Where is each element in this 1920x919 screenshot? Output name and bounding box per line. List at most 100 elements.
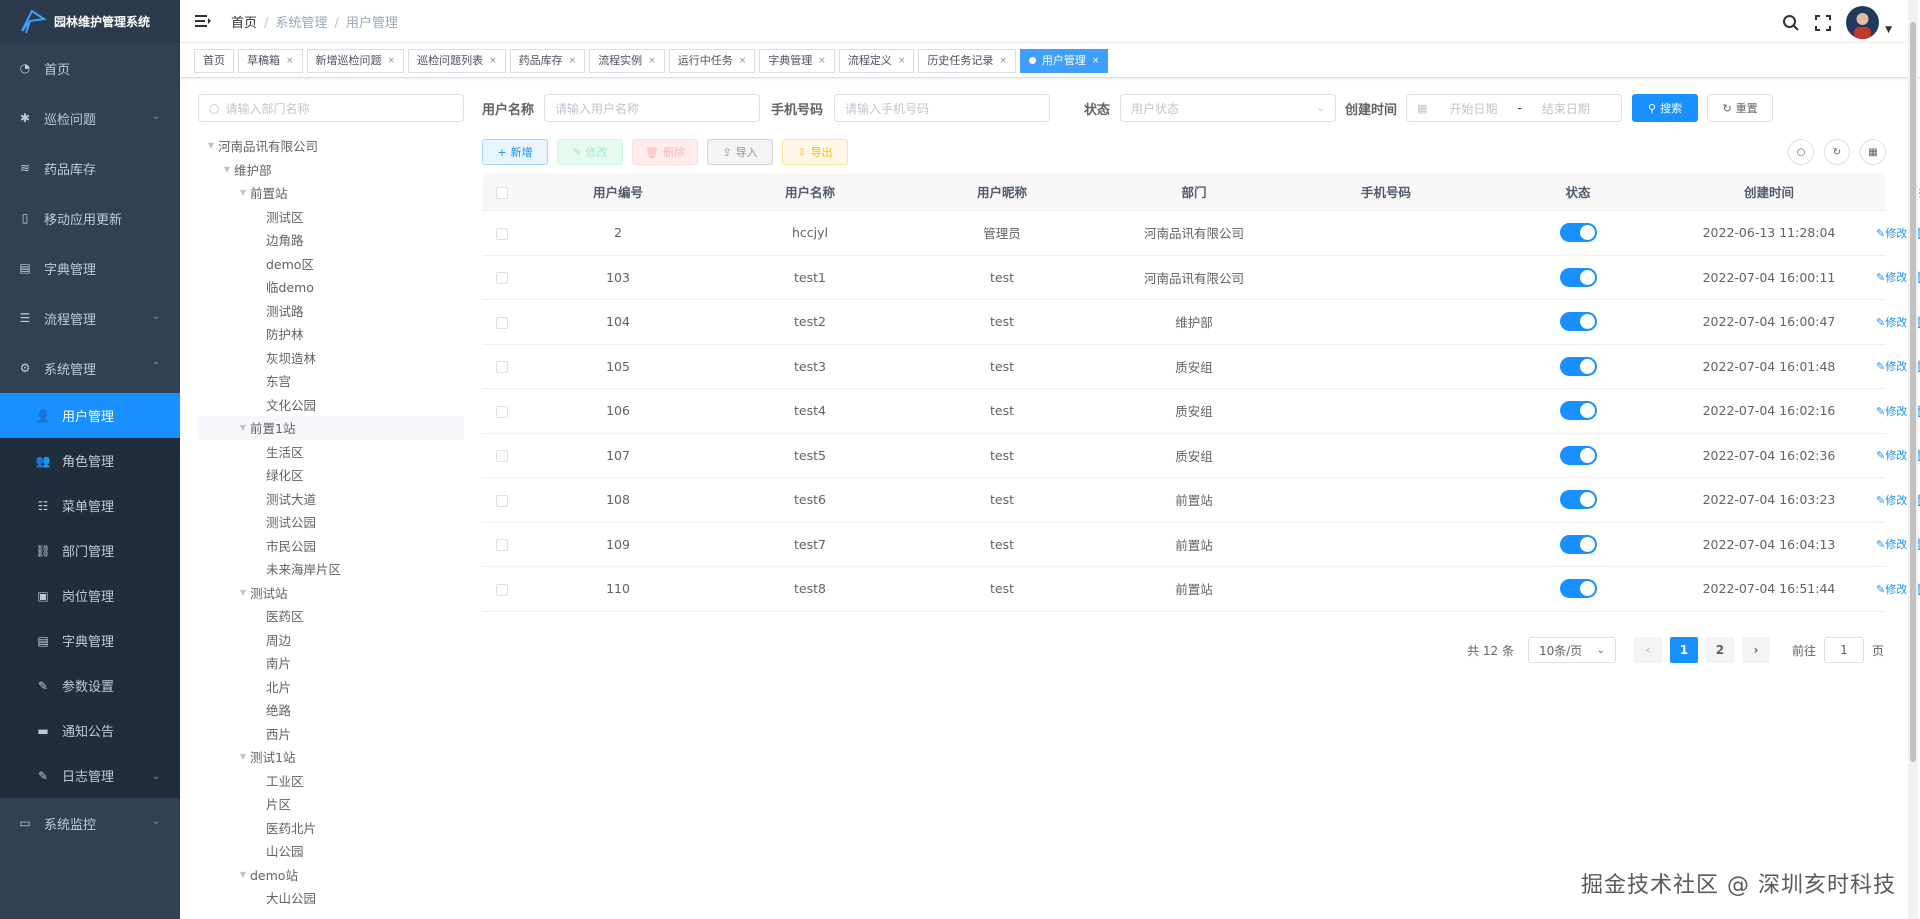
toggle-search-icon[interactable]: ○ [1788, 139, 1814, 165]
row-checkbox[interactable] [496, 405, 508, 418]
tree-node[interactable]: 未来海岸片区 [198, 557, 464, 581]
table-row[interactable]: 106test4test质安组2022-07-04 16:02:16✎修改🗑删除… [482, 389, 1920, 434]
row-checkbox[interactable] [496, 227, 508, 240]
close-icon[interactable]: × [898, 50, 906, 72]
row-edit-button[interactable]: ✎修改 [1876, 538, 1907, 551]
status-toggle[interactable] [1559, 223, 1597, 243]
row-checkbox[interactable] [496, 272, 508, 285]
tree-node[interactable]: demo区 [198, 252, 464, 276]
row-checkbox[interactable] [496, 316, 508, 329]
prev-page-button[interactable]: ‹ [1633, 637, 1662, 663]
row-edit-button[interactable]: ✎修改 [1876, 227, 1907, 240]
app-logo[interactable]: 园林维护管理系统 [0, 0, 180, 43]
page-scrollbar[interactable] [1908, 0, 1918, 919]
tab-7[interactable]: 字典管理 × [759, 48, 835, 73]
tree-node[interactable]: ▼ demo站 [198, 863, 464, 887]
tree-node[interactable]: 周边 [198, 628, 464, 652]
tab-1[interactable]: 草稿箱 × [238, 48, 303, 73]
page-size-select[interactable]: 10条/页 ⌄ [1527, 637, 1616, 663]
tree-node[interactable]: 东宫 [198, 369, 464, 393]
refresh-icon[interactable]: ↻ [1824, 139, 1850, 165]
close-icon[interactable]: × [818, 50, 826, 72]
row-edit-button[interactable]: ✎修改 [1876, 494, 1907, 507]
table-row[interactable]: 108test6test前置站2022-07-04 16:03:23✎修改🗑删除… [482, 478, 1920, 523]
row-checkbox[interactable] [496, 494, 508, 507]
tree-node[interactable]: 南片 [198, 651, 464, 675]
close-icon[interactable]: × [1092, 50, 1100, 72]
tree-node[interactable]: ▼ 前置站 [198, 181, 464, 205]
page-1-button[interactable]: 1 [1669, 637, 1698, 663]
tab-3[interactable]: 巡检问题列表 × [408, 48, 506, 73]
row-edit-button[interactable]: ✎修改 [1876, 449, 1907, 462]
goto-page-input[interactable]: 1 [1823, 637, 1864, 663]
sidebar-item-5[interactable]: ☰ 流程管理 ⌄ [0, 293, 180, 343]
tree-node[interactable]: 测试区 [198, 205, 464, 229]
status-toggle[interactable] [1559, 401, 1597, 421]
delete-button[interactable]: 🗑 删除 [632, 139, 698, 165]
tree-node[interactable]: 测试大道 [198, 487, 464, 511]
tree-node[interactable]: 市民公园 [198, 534, 464, 558]
tree-node[interactable]: 片区 [198, 792, 464, 816]
breadcrumb-home[interactable]: 首页 [231, 16, 257, 31]
status-toggle[interactable] [1559, 579, 1597, 599]
status-toggle[interactable] [1559, 356, 1597, 376]
sidebar-item-4[interactable]: ▤ 字典管理 [0, 243, 180, 293]
close-icon[interactable]: × [388, 50, 396, 72]
tree-node[interactable]: ▼ 河南品讯有限公司 [198, 134, 464, 158]
tab-6[interactable]: 运行中任务 × [668, 48, 756, 73]
tab-4[interactable]: 药品库存 × [509, 48, 586, 73]
status-toggle[interactable] [1559, 445, 1597, 465]
row-checkbox[interactable] [496, 450, 508, 463]
tree-node[interactable]: 生活区 [198, 440, 464, 464]
close-icon[interactable]: × [569, 50, 577, 72]
submenu-item-3[interactable]: ⛓ 部门管理 [0, 528, 180, 573]
export-button[interactable]: ⇩ 导出 [782, 139, 848, 165]
submenu-item-6[interactable]: ✎ 参数设置 [0, 663, 180, 708]
search-icon[interactable] [1782, 14, 1800, 32]
tree-node[interactable]: 灰坝造林 [198, 346, 464, 370]
tab-10[interactable]: 用户管理 × [1019, 48, 1109, 73]
sidebar-item-2[interactable]: ≋ 药品库存 [0, 143, 180, 193]
tree-node[interactable]: 工业区 [198, 769, 464, 793]
tree-node[interactable]: 医药区 [198, 604, 464, 628]
submenu-item-5[interactable]: ▤ 字典管理 [0, 618, 180, 663]
tree-node[interactable]: 绝路 [198, 698, 464, 722]
phone-input[interactable]: 请输入手机号码 [834, 94, 1051, 122]
table-row[interactable]: 109test7test前置站2022-07-04 16:04:13✎修改🗑删除… [482, 523, 1920, 567]
status-toggle[interactable] [1559, 267, 1597, 287]
caret-down-icon[interactable]: ▼ [236, 188, 250, 197]
table-row[interactable]: 107test5test质安组2022-07-04 16:02:36✎修改🗑删除… [482, 434, 1920, 478]
tree-node[interactable]: 大山公园 [198, 886, 464, 910]
table-row[interactable]: 103 test1 test 河南品讯有限公司 2022-07-04 16:00:11 ✎… [482, 256, 1920, 300]
tree-node[interactable]: ▼ 测试站 [198, 581, 464, 605]
submenu-item-7[interactable]: ▬ 通知公告 [0, 708, 180, 753]
tree-node[interactable]: 临demo [198, 275, 464, 299]
close-icon[interactable]: × [999, 50, 1007, 72]
next-page-button[interactable]: › [1741, 637, 1770, 663]
breadcrumb-level1[interactable]: 系统管理 [275, 16, 327, 31]
columns-icon[interactable]: ▦ [1860, 139, 1886, 165]
submenu-item-8[interactable]: ✎ 日志管理 ⌄ [0, 753, 180, 798]
close-icon[interactable]: × [489, 50, 497, 72]
tree-node[interactable]: 测试公园 [198, 510, 464, 534]
tree-node[interactable]: 医药北片 [198, 816, 464, 840]
tree-node[interactable]: 边角路 [198, 228, 464, 252]
close-icon[interactable]: × [286, 50, 294, 72]
table-row[interactable]: 105test3test质安组2022-07-04 16:01:48✎修改🗑删除… [482, 345, 1920, 389]
caret-down-icon[interactable]: ▼ [204, 141, 218, 150]
submenu-item-4[interactable]: ▣ 岗位管理 [0, 573, 180, 618]
caret-down-icon[interactable]: ▼ [220, 165, 234, 174]
tree-node[interactable]: 防护林 [198, 322, 464, 346]
search-button[interactable]: ⚲ 搜索 [1632, 94, 1699, 122]
tree-node[interactable]: 测试路 [198, 299, 464, 323]
edit-button[interactable]: ✎ 修改 [557, 139, 623, 165]
tree-node[interactable]: 北片 [198, 675, 464, 699]
tree-node[interactable]: 山公园 [198, 839, 464, 863]
dept-search-input[interactable]: ○ 请输入部门名称 [198, 94, 464, 122]
tab-5[interactable]: 流程实例 × [589, 48, 665, 73]
tree-node[interactable]: ▼ 测试1站 [198, 745, 464, 769]
page-2-button[interactable]: 2 [1705, 637, 1734, 663]
row-checkbox[interactable] [496, 361, 508, 374]
date-range-picker[interactable]: ▦ 开始日期 - 结束日期 [1406, 94, 1623, 122]
sidebar-item-6[interactable]: ⚙ 系统管理 ⌃ [0, 343, 180, 393]
